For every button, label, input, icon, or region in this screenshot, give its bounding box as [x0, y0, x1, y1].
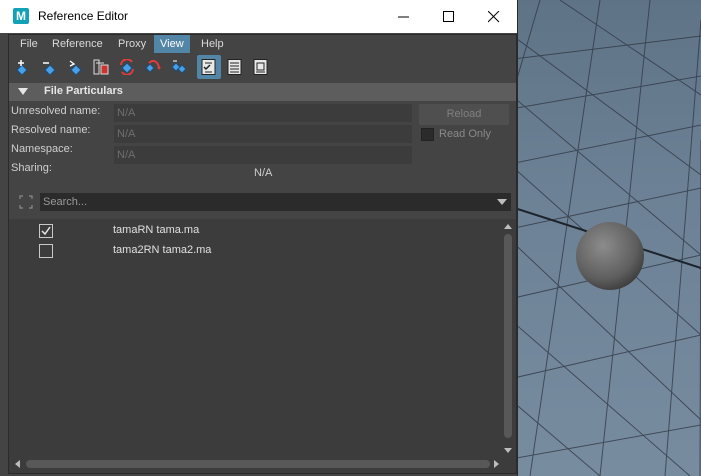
- read-only-checkbox[interactable]: [421, 128, 434, 141]
- file-particulars-title: File Particulars: [44, 85, 123, 97]
- file-list-button[interactable]: [249, 55, 273, 79]
- menu-proxy[interactable]: Proxy: [112, 35, 152, 53]
- import-objects-button[interactable]: [89, 55, 113, 79]
- scroll-right-icon[interactable]: [494, 460, 499, 468]
- unresolved-name-field[interactable]: N/A: [114, 104, 412, 122]
- reference-label: tamaRN tama.ma: [113, 224, 200, 236]
- close-icon: [488, 11, 500, 23]
- file-particulars-header[interactable]: File Particulars: [9, 83, 516, 101]
- filter-icon[interactable]: [19, 195, 33, 209]
- search-bar: [40, 193, 511, 211]
- reference-checkbox[interactable]: [39, 244, 53, 258]
- minimize-button[interactable]: [381, 0, 427, 33]
- window-title: Reference Editor: [38, 9, 129, 23]
- load-reference-button[interactable]: [11, 55, 35, 79]
- minimize-icon: [398, 16, 409, 18]
- toolbar: [9, 54, 516, 80]
- resolved-name-field[interactable]: N/A: [114, 125, 412, 143]
- scroll-left-icon[interactable]: [15, 460, 20, 468]
- sharing-value: N/A: [254, 167, 273, 179]
- close-button[interactable]: [471, 0, 517, 33]
- reference-checkbox[interactable]: [39, 224, 53, 238]
- checkmark-icon: [41, 226, 51, 236]
- reload-button[interactable]: Reload: [419, 104, 509, 125]
- title-bar[interactable]: M Reference Editor: [0, 0, 517, 33]
- chevron-down-icon[interactable]: [497, 199, 507, 205]
- menu-reference[interactable]: Reference: [46, 35, 109, 53]
- unload-reference-button[interactable]: [37, 55, 61, 79]
- load-reference-icon: [16, 60, 28, 75]
- menu-help[interactable]: Help: [195, 35, 230, 53]
- resolved-name-label: Resolved name:: [11, 124, 91, 136]
- refresh-reference-button[interactable]: [115, 55, 139, 79]
- editor-panel: File Reference Proxy View Help File Part…: [8, 34, 517, 474]
- search-input[interactable]: [43, 193, 483, 211]
- file-list-icon: [253, 59, 268, 75]
- collapse-triangle-icon: [18, 88, 28, 95]
- read-only-label: Read Only: [439, 128, 491, 140]
- namespace-label: Namespace:: [11, 143, 73, 155]
- reload-reference-icon: [69, 60, 82, 75]
- unload-reference-icon: [43, 62, 56, 75]
- list-checked-button[interactable]: [197, 55, 221, 79]
- import-objects-icon: [93, 59, 109, 75]
- list-view-button[interactable]: [223, 55, 247, 79]
- remove-reference-button[interactable]: [141, 55, 165, 79]
- list-item[interactable]: tamaRN tama.ma: [9, 221, 503, 241]
- duplicate-reference-icon: [171, 60, 187, 74]
- maya-logo-icon: M: [13, 8, 29, 24]
- scroll-up-icon[interactable]: [504, 224, 512, 229]
- horizontal-scrollbar[interactable]: [13, 458, 501, 469]
- scroll-down-icon[interactable]: [504, 448, 512, 453]
- vertical-scroll-thumb[interactable]: [504, 234, 512, 438]
- remove-reference-icon: [145, 59, 161, 73]
- reload-reference-button[interactable]: [63, 55, 87, 79]
- menu-bar: File Reference Proxy View Help: [9, 35, 516, 53]
- vertical-scrollbar[interactable]: [503, 222, 513, 456]
- horizontal-scroll-thumb[interactable]: [26, 460, 490, 468]
- namespace-field[interactable]: N/A: [114, 146, 412, 164]
- reference-list: tamaRN tama.ma tama2RN tama2.ma: [9, 219, 516, 473]
- maximize-button[interactable]: [426, 0, 472, 33]
- reference-label: tama2RN tama2.ma: [113, 244, 212, 256]
- sphere-object[interactable]: [576, 222, 644, 290]
- unresolved-name-label: Unresolved name:: [11, 105, 101, 117]
- duplicate-reference-button[interactable]: [167, 55, 191, 79]
- list-checked-icon: [201, 59, 216, 75]
- maximize-icon: [443, 11, 454, 22]
- reference-editor-window: M Reference Editor File Reference Proxy …: [0, 0, 518, 476]
- menu-file[interactable]: File: [14, 35, 44, 53]
- list-view-icon: [227, 59, 242, 75]
- list-item[interactable]: tama2RN tama2.ma: [9, 241, 503, 261]
- menu-view[interactable]: View: [154, 35, 190, 53]
- refresh-reference-icon: [120, 59, 134, 75]
- sharing-label: Sharing:: [11, 162, 52, 174]
